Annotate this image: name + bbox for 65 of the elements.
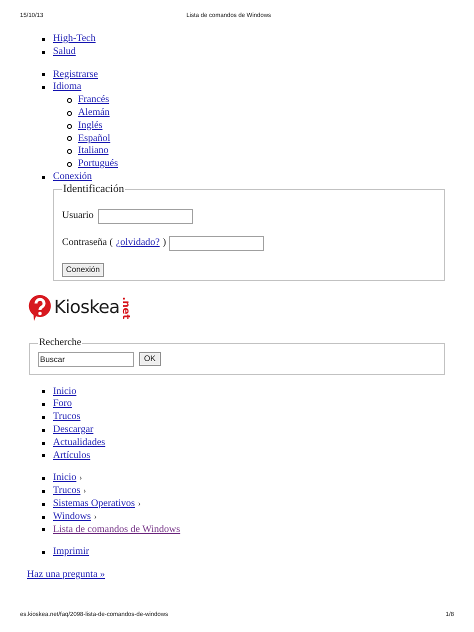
link[interactable]: High-Tech xyxy=(53,33,96,46)
search-button[interactable]: OK xyxy=(139,352,161,366)
bullet-icon xyxy=(42,490,45,494)
link[interactable]: Lista de comandos de Windows xyxy=(53,524,180,536)
link[interactable]: Windows xyxy=(53,510,91,524)
field-label: ) xyxy=(162,236,166,250)
link[interactable]: Trucos xyxy=(53,485,80,498)
search-field[interactable]: Buscar xyxy=(38,352,134,367)
link[interactable]: Idioma xyxy=(53,81,82,94)
link[interactable]: Francés xyxy=(78,94,110,107)
bullet-icon xyxy=(42,176,45,179)
field-label: Contraseña ( xyxy=(62,236,113,250)
bullet-icon xyxy=(42,403,45,406)
link[interactable]: Alemán xyxy=(78,106,110,120)
bullet-icon xyxy=(67,110,72,116)
bullet-icon xyxy=(67,149,72,154)
bullet-icon xyxy=(42,416,45,420)
link[interactable]: Trucos xyxy=(53,411,80,424)
question-bubble-icon xyxy=(28,294,52,322)
panel-legend: Recherche xyxy=(38,336,82,350)
bullet-icon xyxy=(67,162,72,168)
link[interactable]: ¿olvidado? xyxy=(116,236,160,250)
panel-legend: Identificación xyxy=(62,182,126,196)
password-field[interactable] xyxy=(169,236,264,251)
bullet-icon xyxy=(42,454,45,458)
link[interactable]: Italiano xyxy=(78,145,109,158)
username-field[interactable] xyxy=(98,208,193,224)
field-label: Usuario xyxy=(62,210,94,222)
separator: › xyxy=(83,485,86,498)
link[interactable]: Foro xyxy=(53,398,72,412)
bullet-icon xyxy=(42,73,45,76)
link[interactable]: Haz una pregunta » xyxy=(27,569,106,582)
link[interactable]: Imprimir xyxy=(53,546,90,560)
bullet-icon xyxy=(42,477,45,480)
link[interactable]: Inicio xyxy=(53,472,76,486)
link[interactable]: Español xyxy=(78,132,110,146)
bullet-icon xyxy=(42,442,45,445)
bullet-icon xyxy=(42,86,45,90)
bullet-icon xyxy=(42,390,45,394)
bullet-icon xyxy=(67,136,72,142)
bullet-icon xyxy=(42,528,45,532)
link[interactable]: Registrarse xyxy=(53,68,98,82)
bullet-icon xyxy=(42,38,45,41)
link[interactable]: Descargar xyxy=(53,424,94,437)
bullet-icon xyxy=(42,516,45,519)
logo-domain: .net xyxy=(120,296,130,319)
separator: › xyxy=(138,498,141,510)
bullet-icon xyxy=(67,98,72,104)
bullet-icon xyxy=(42,502,45,506)
bullet-icon xyxy=(42,50,45,54)
link[interactable]: Salud xyxy=(53,46,76,59)
link[interactable]: Actualidades xyxy=(53,436,106,450)
bullet-icon xyxy=(42,428,45,432)
link[interactable]: Portugués xyxy=(78,158,118,171)
bullet-icon xyxy=(67,124,72,129)
login-button[interactable]: Conexión xyxy=(62,262,104,277)
separator: › xyxy=(94,510,97,523)
logo-wordmark: Kioskea xyxy=(54,298,120,318)
link[interactable]: Inicio xyxy=(53,386,76,398)
link[interactable]: Artículos xyxy=(53,450,90,462)
link[interactable]: Sistemas Operativos xyxy=(53,498,135,511)
link[interactable]: Inglés xyxy=(78,120,102,133)
bullet-icon xyxy=(42,551,45,554)
separator: › xyxy=(79,472,82,484)
link[interactable]: Conexión xyxy=(53,170,92,184)
